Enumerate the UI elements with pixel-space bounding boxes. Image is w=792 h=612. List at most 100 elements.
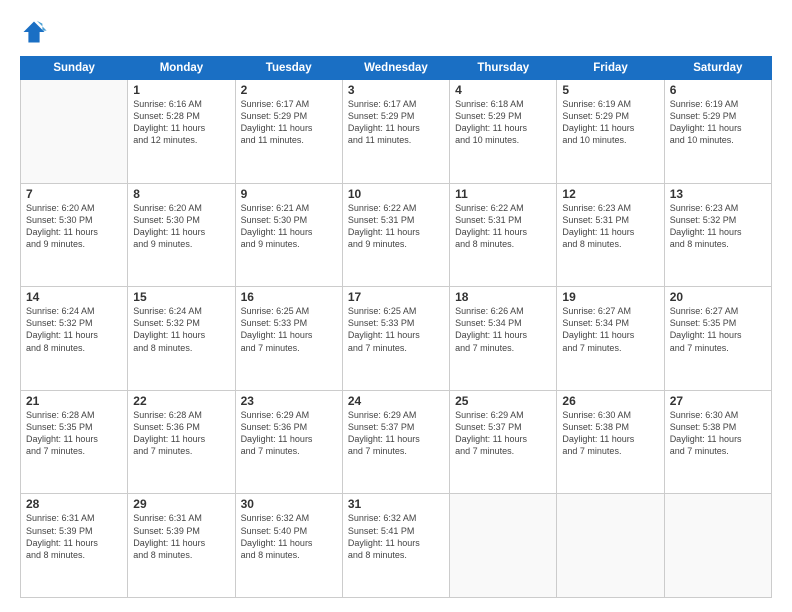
day-info: Sunrise: 6:24 AM Sunset: 5:32 PM Dayligh… (26, 305, 122, 354)
day-info: Sunrise: 6:23 AM Sunset: 5:31 PM Dayligh… (562, 202, 658, 251)
day-info: Sunrise: 6:17 AM Sunset: 5:29 PM Dayligh… (241, 98, 337, 147)
day-info: Sunrise: 6:28 AM Sunset: 5:36 PM Dayligh… (133, 409, 229, 458)
day-number: 18 (455, 290, 551, 304)
calendar-cell: 29Sunrise: 6:31 AM Sunset: 5:39 PM Dayli… (128, 494, 235, 598)
day-info: Sunrise: 6:31 AM Sunset: 5:39 PM Dayligh… (133, 512, 229, 561)
day-info: Sunrise: 6:23 AM Sunset: 5:32 PM Dayligh… (670, 202, 766, 251)
calendar-cell: 5Sunrise: 6:19 AM Sunset: 5:29 PM Daylig… (557, 80, 664, 184)
day-number: 20 (670, 290, 766, 304)
logo-icon (20, 18, 48, 46)
day-number: 10 (348, 187, 444, 201)
calendar-cell: 21Sunrise: 6:28 AM Sunset: 5:35 PM Dayli… (21, 390, 128, 494)
calendar-cell: 8Sunrise: 6:20 AM Sunset: 5:30 PM Daylig… (128, 183, 235, 287)
day-info: Sunrise: 6:19 AM Sunset: 5:29 PM Dayligh… (670, 98, 766, 147)
calendar-cell: 15Sunrise: 6:24 AM Sunset: 5:32 PM Dayli… (128, 287, 235, 391)
calendar-week-row: 14Sunrise: 6:24 AM Sunset: 5:32 PM Dayli… (21, 287, 772, 391)
day-number: 25 (455, 394, 551, 408)
calendar-cell: 1Sunrise: 6:16 AM Sunset: 5:28 PM Daylig… (128, 80, 235, 184)
calendar-cell: 27Sunrise: 6:30 AM Sunset: 5:38 PM Dayli… (664, 390, 771, 494)
day-number: 9 (241, 187, 337, 201)
day-info: Sunrise: 6:30 AM Sunset: 5:38 PM Dayligh… (562, 409, 658, 458)
header (20, 18, 772, 46)
calendar-cell: 2Sunrise: 6:17 AM Sunset: 5:29 PM Daylig… (235, 80, 342, 184)
day-number: 1 (133, 83, 229, 97)
calendar-cell: 6Sunrise: 6:19 AM Sunset: 5:29 PM Daylig… (664, 80, 771, 184)
day-number: 29 (133, 497, 229, 511)
calendar-page: SundayMondayTuesdayWednesdayThursdayFrid… (0, 0, 792, 612)
day-info: Sunrise: 6:28 AM Sunset: 5:35 PM Dayligh… (26, 409, 122, 458)
day-info: Sunrise: 6:17 AM Sunset: 5:29 PM Dayligh… (348, 98, 444, 147)
calendar-cell: 11Sunrise: 6:22 AM Sunset: 5:31 PM Dayli… (450, 183, 557, 287)
calendar-day-header: Sunday (21, 57, 128, 80)
day-number: 12 (562, 187, 658, 201)
day-number: 22 (133, 394, 229, 408)
day-number: 8 (133, 187, 229, 201)
day-number: 30 (241, 497, 337, 511)
calendar-week-row: 28Sunrise: 6:31 AM Sunset: 5:39 PM Dayli… (21, 494, 772, 598)
logo (20, 18, 52, 46)
calendar-cell (557, 494, 664, 598)
calendar-cell (21, 80, 128, 184)
calendar-week-row: 1Sunrise: 6:16 AM Sunset: 5:28 PM Daylig… (21, 80, 772, 184)
calendar-week-row: 7Sunrise: 6:20 AM Sunset: 5:30 PM Daylig… (21, 183, 772, 287)
day-number: 16 (241, 290, 337, 304)
day-info: Sunrise: 6:32 AM Sunset: 5:41 PM Dayligh… (348, 512, 444, 561)
day-info: Sunrise: 6:27 AM Sunset: 5:34 PM Dayligh… (562, 305, 658, 354)
day-info: Sunrise: 6:30 AM Sunset: 5:38 PM Dayligh… (670, 409, 766, 458)
day-number: 24 (348, 394, 444, 408)
calendar-cell: 3Sunrise: 6:17 AM Sunset: 5:29 PM Daylig… (342, 80, 449, 184)
day-info: Sunrise: 6:19 AM Sunset: 5:29 PM Dayligh… (562, 98, 658, 147)
day-info: Sunrise: 6:25 AM Sunset: 5:33 PM Dayligh… (241, 305, 337, 354)
day-info: Sunrise: 6:22 AM Sunset: 5:31 PM Dayligh… (455, 202, 551, 251)
calendar-cell: 24Sunrise: 6:29 AM Sunset: 5:37 PM Dayli… (342, 390, 449, 494)
day-number: 28 (26, 497, 122, 511)
calendar-cell (664, 494, 771, 598)
calendar-cell: 12Sunrise: 6:23 AM Sunset: 5:31 PM Dayli… (557, 183, 664, 287)
calendar-day-header: Wednesday (342, 57, 449, 80)
day-info: Sunrise: 6:31 AM Sunset: 5:39 PM Dayligh… (26, 512, 122, 561)
calendar-header-row: SundayMondayTuesdayWednesdayThursdayFrid… (21, 57, 772, 80)
calendar-cell: 22Sunrise: 6:28 AM Sunset: 5:36 PM Dayli… (128, 390, 235, 494)
calendar-day-header: Friday (557, 57, 664, 80)
calendar-day-header: Monday (128, 57, 235, 80)
day-number: 19 (562, 290, 658, 304)
calendar-cell: 13Sunrise: 6:23 AM Sunset: 5:32 PM Dayli… (664, 183, 771, 287)
calendar-cell: 23Sunrise: 6:29 AM Sunset: 5:36 PM Dayli… (235, 390, 342, 494)
day-number: 11 (455, 187, 551, 201)
calendar-cell: 28Sunrise: 6:31 AM Sunset: 5:39 PM Dayli… (21, 494, 128, 598)
calendar-cell: 17Sunrise: 6:25 AM Sunset: 5:33 PM Dayli… (342, 287, 449, 391)
day-number: 21 (26, 394, 122, 408)
calendar-cell: 25Sunrise: 6:29 AM Sunset: 5:37 PM Dayli… (450, 390, 557, 494)
day-info: Sunrise: 6:20 AM Sunset: 5:30 PM Dayligh… (26, 202, 122, 251)
day-info: Sunrise: 6:20 AM Sunset: 5:30 PM Dayligh… (133, 202, 229, 251)
day-info: Sunrise: 6:25 AM Sunset: 5:33 PM Dayligh… (348, 305, 444, 354)
day-number: 5 (562, 83, 658, 97)
day-info: Sunrise: 6:29 AM Sunset: 5:36 PM Dayligh… (241, 409, 337, 458)
calendar-cell (450, 494, 557, 598)
calendar-table: SundayMondayTuesdayWednesdayThursdayFrid… (20, 56, 772, 598)
day-number: 27 (670, 394, 766, 408)
day-number: 6 (670, 83, 766, 97)
day-info: Sunrise: 6:27 AM Sunset: 5:35 PM Dayligh… (670, 305, 766, 354)
calendar-cell: 18Sunrise: 6:26 AM Sunset: 5:34 PM Dayli… (450, 287, 557, 391)
day-info: Sunrise: 6:16 AM Sunset: 5:28 PM Dayligh… (133, 98, 229, 147)
day-number: 2 (241, 83, 337, 97)
day-info: Sunrise: 6:18 AM Sunset: 5:29 PM Dayligh… (455, 98, 551, 147)
calendar-cell: 9Sunrise: 6:21 AM Sunset: 5:30 PM Daylig… (235, 183, 342, 287)
day-number: 31 (348, 497, 444, 511)
day-number: 7 (26, 187, 122, 201)
day-number: 26 (562, 394, 658, 408)
calendar-day-header: Thursday (450, 57, 557, 80)
day-number: 23 (241, 394, 337, 408)
calendar-week-row: 21Sunrise: 6:28 AM Sunset: 5:35 PM Dayli… (21, 390, 772, 494)
day-info: Sunrise: 6:29 AM Sunset: 5:37 PM Dayligh… (348, 409, 444, 458)
day-number: 14 (26, 290, 122, 304)
day-info: Sunrise: 6:26 AM Sunset: 5:34 PM Dayligh… (455, 305, 551, 354)
calendar-cell: 4Sunrise: 6:18 AM Sunset: 5:29 PM Daylig… (450, 80, 557, 184)
calendar-day-header: Saturday (664, 57, 771, 80)
day-info: Sunrise: 6:24 AM Sunset: 5:32 PM Dayligh… (133, 305, 229, 354)
calendar-cell: 30Sunrise: 6:32 AM Sunset: 5:40 PM Dayli… (235, 494, 342, 598)
calendar-day-header: Tuesday (235, 57, 342, 80)
day-info: Sunrise: 6:32 AM Sunset: 5:40 PM Dayligh… (241, 512, 337, 561)
day-number: 3 (348, 83, 444, 97)
